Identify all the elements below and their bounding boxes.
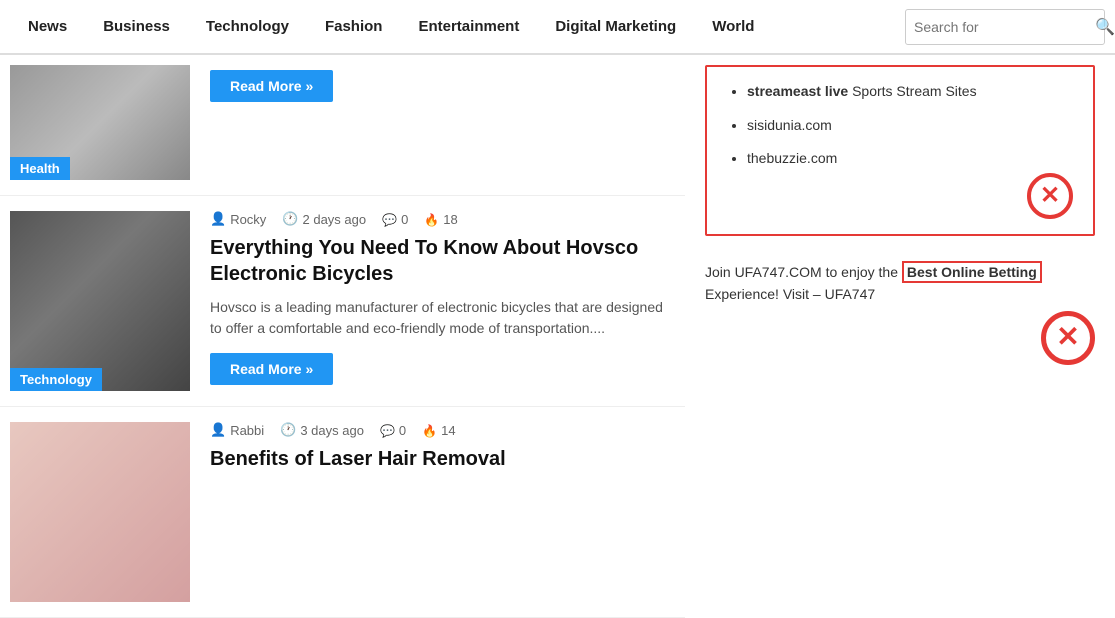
author-item-laser: Rabbi <box>210 422 264 438</box>
fires-item-laser: 14 <box>422 423 455 438</box>
category-badge-health: Health <box>10 157 70 180</box>
comment-icon-laser <box>380 423 395 438</box>
comment-count: 0 <box>401 212 408 227</box>
sidebar-column: streameast live Sports Stream Sites sisi… <box>685 55 1115 618</box>
article-thumbnail-health: Health <box>10 65 190 180</box>
betting-section: Join UFA747.COM to enjoy the Best Online… <box>705 261 1095 365</box>
betting-text-before: Join UFA747.COM to enjoy the <box>705 264 898 280</box>
article-body-health: Read More » <box>210 65 675 180</box>
link-normal-3: thebuzzie.com <box>747 150 837 166</box>
main-content: Health Read More » Technology Rocky <box>0 55 1115 618</box>
articles-column: Health Read More » Technology Rocky <box>0 55 685 618</box>
article-body-bicycles: Rocky 2 days ago 0 18 Everythin <box>210 211 675 391</box>
read-more-button-bicycles[interactable]: Read More » <box>210 353 333 385</box>
time-item-laser: 3 days ago <box>280 422 364 438</box>
sidebar-links-list: streameast live Sports Stream Sites sisi… <box>727 82 1073 169</box>
sidebar-link-item-2: sisidunia.com <box>747 116 1073 136</box>
user-icon <box>210 211 226 227</box>
comments-item: 0 <box>382 212 408 227</box>
nav-news[interactable]: News <box>10 0 85 54</box>
fire-icon-laser <box>422 423 437 438</box>
fire-icon <box>424 212 439 227</box>
article-thumbnail-bicycles: Technology <box>10 211 190 391</box>
article-meta-bicycles: Rocky 2 days ago 0 18 <box>210 211 675 227</box>
sidebar-link-item-1: streameast live Sports Stream Sites <box>747 82 1073 102</box>
article-title-laser: Benefits of Laser Hair Removal <box>210 446 675 472</box>
clock-icon <box>282 211 298 227</box>
user-icon-laser <box>210 422 226 438</box>
author-name: Rocky <box>230 212 266 227</box>
clock-icon-laser <box>280 422 296 438</box>
author-item: Rocky <box>210 211 266 227</box>
link-normal-1: Sports Stream Sites <box>848 83 976 99</box>
nav-digital-marketing[interactable]: Digital Marketing <box>537 0 694 54</box>
nav-business[interactable]: Business <box>85 0 188 54</box>
nav-entertainment[interactable]: Entertainment <box>400 0 537 54</box>
close-icon-links[interactable]: ✕ <box>1027 173 1073 219</box>
read-more-button-health[interactable]: Read More » <box>210 70 333 102</box>
time-ago: 2 days ago <box>303 212 367 227</box>
nav-world[interactable]: World <box>694 0 772 54</box>
link-bold-1: streameast live <box>747 83 848 99</box>
time-ago-laser: 3 days ago <box>300 423 364 438</box>
article-title-bicycles: Everything You Need To Know About Hovsco… <box>210 235 675 287</box>
article-excerpt-bicycles: Hovsco is a leading manufacturer of elec… <box>210 297 675 339</box>
author-name-laser: Rabbi <box>230 423 264 438</box>
close-icon-betting[interactable]: ✕ <box>1041 311 1095 365</box>
article-body-laser: Rabbi 3 days ago 0 14 Benefits <box>210 422 675 602</box>
search-input[interactable] <box>914 19 1095 35</box>
navbar: News Business Technology Fashion Enterta… <box>0 0 1115 55</box>
comment-count-laser: 0 <box>399 423 406 438</box>
sidebar-link-item-3: thebuzzie.com <box>747 149 1073 169</box>
betting-highlight: Best Online Betting <box>902 261 1042 283</box>
comment-icon <box>382 212 397 227</box>
betting-text-after: Experience! Visit – UFA747 <box>705 286 875 302</box>
nav-technology[interactable]: Technology <box>188 0 307 54</box>
fires-item: 18 <box>424 212 457 227</box>
fire-count-laser: 14 <box>441 423 455 438</box>
time-item: 2 days ago <box>282 211 366 227</box>
link-normal-2: sisidunia.com <box>747 117 832 133</box>
comments-item-laser: 0 <box>380 423 406 438</box>
article-thumbnail-laser <box>10 422 190 602</box>
article-card-bicycles: Technology Rocky 2 days ago 0 <box>0 196 685 407</box>
sidebar-links-box: streameast live Sports Stream Sites sisi… <box>705 65 1095 236</box>
article-card-laser: Rabbi 3 days ago 0 14 Benefits <box>0 407 685 618</box>
nav-fashion[interactable]: Fashion <box>307 0 401 54</box>
fire-count: 18 <box>443 212 457 227</box>
search-wrapper: 🔍 <box>905 9 1105 45</box>
category-badge-technology: Technology <box>10 368 102 391</box>
article-meta-laser: Rabbi 3 days ago 0 14 <box>210 422 675 438</box>
article-card-health: Health Read More » <box>0 55 685 196</box>
search-button[interactable]: 🔍 <box>1095 17 1115 37</box>
